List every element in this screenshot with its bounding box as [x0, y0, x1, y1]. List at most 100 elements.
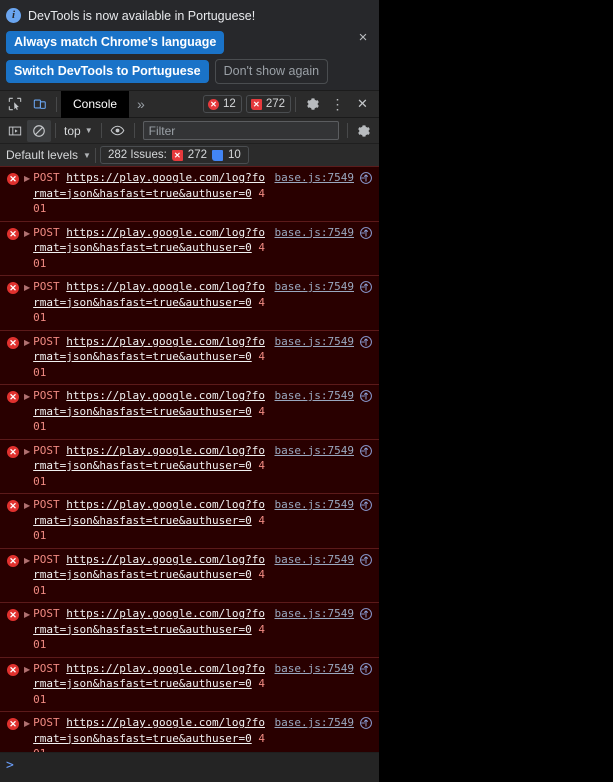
expand-arrow-icon[interactable]: ▶ [24, 607, 30, 623]
source-link[interactable]: base.js:7549 [275, 171, 354, 184]
request-url[interactable]: https://play.google.com/log?format=json&… [33, 226, 265, 255]
switch-devtools-language-button[interactable]: Switch DevTools to Portuguese [6, 60, 209, 83]
reveal-in-network-icon[interactable] [359, 716, 373, 735]
more-tabs-icon[interactable]: » [129, 91, 153, 118]
source-link[interactable]: base.js:7549 [275, 607, 354, 620]
issues-info-icon [211, 149, 223, 161]
source-link[interactable]: base.js:7549 [275, 498, 354, 511]
reveal-in-network-icon[interactable] [359, 444, 373, 463]
reveal-in-network-icon[interactable] [359, 226, 373, 245]
info-icon: i [6, 8, 21, 23]
devtools-tabbar: Console » ✕ 12 ✕ 272 ⋮ ✕ [0, 90, 379, 118]
always-match-language-button[interactable]: Always match Chrome's language [6, 31, 225, 54]
expand-arrow-icon[interactable]: ▶ [24, 335, 30, 351]
execution-context-select[interactable]: top ▼ [60, 122, 97, 140]
reveal-in-network-icon[interactable] [359, 335, 373, 354]
console-log-list[interactable]: ✕ ▶ POST https://play.google.com/log?forma… [0, 167, 379, 752]
expand-arrow-icon[interactable]: ▶ [24, 716, 30, 732]
console-log-row[interactable]: ✕ ▶ POST https://play.google.com/log?forma… [0, 439, 379, 494]
reveal-in-network-icon[interactable] [359, 389, 373, 408]
console-prompt-input[interactable] [19, 758, 373, 772]
log-message: POST https://play.google.com/log?format=… [33, 334, 268, 381]
expand-arrow-icon[interactable]: ▶ [24, 498, 30, 514]
prompt-caret-icon: > [6, 758, 14, 773]
console-sidebar-icon[interactable] [3, 120, 27, 142]
close-icon[interactable]: × [355, 30, 371, 46]
source-link[interactable]: base.js:7549 [275, 662, 354, 675]
console-log-row[interactable]: ✕ ▶ POST https://play.google.com/log?forma… [0, 221, 379, 276]
request-url[interactable]: https://play.google.com/log?format=json&… [33, 498, 265, 527]
log-message: POST https://play.google.com/log?format=… [33, 443, 268, 490]
default-levels-select[interactable]: Default levels ▼ [6, 148, 91, 162]
console-prompt[interactable]: > [0, 752, 379, 782]
reveal-in-network-icon[interactable] [359, 662, 373, 681]
request-url[interactable]: https://play.google.com/log?format=json&… [33, 716, 265, 745]
filterbar-divider-3 [133, 123, 135, 138]
error-count-badge[interactable]: ✕ 12 [203, 95, 242, 113]
request-url[interactable]: https://play.google.com/log?format=json&… [33, 662, 265, 691]
language-notification-banner: i DevTools is now available in Portugues… [0, 0, 379, 91]
reveal-in-network-icon[interactable] [359, 280, 373, 299]
request-url[interactable]: https://play.google.com/log?format=json&… [33, 335, 265, 364]
console-log-row[interactable]: ✕ ▶ POST https://play.google.com/log?forma… [0, 276, 379, 331]
console-log-row[interactable]: ✕ ▶ POST https://play.google.com/log?forma… [0, 385, 379, 440]
expand-arrow-icon[interactable]: ▶ [24, 280, 30, 296]
clear-console-icon[interactable] [27, 119, 51, 142]
inspect-element-icon[interactable] [2, 92, 27, 117]
source-link[interactable]: base.js:7549 [275, 226, 354, 239]
expand-arrow-icon[interactable]: ▶ [24, 553, 30, 569]
expand-arrow-icon[interactable]: ▶ [24, 662, 30, 678]
request-method: POST [33, 443, 60, 457]
dont-show-again-button[interactable]: Don't show again [214, 59, 329, 84]
source-link[interactable]: base.js:7549 [275, 553, 354, 566]
live-expression-eye-icon[interactable] [106, 120, 130, 142]
console-log-row[interactable]: ✕ ▶ POST https://play.google.com/log?forma… [0, 494, 379, 549]
default-levels-label: Default levels [6, 148, 79, 162]
issues-count: 272 [265, 98, 285, 110]
source-link[interactable]: base.js:7549 [275, 444, 354, 457]
expand-arrow-icon[interactable]: ▶ [24, 171, 30, 187]
request-url[interactable]: https://play.google.com/log?format=json&… [33, 607, 265, 636]
console-log-row[interactable]: ✕ ▶ POST https://play.google.com/log?forma… [0, 657, 379, 712]
expand-arrow-icon[interactable]: ▶ [24, 226, 30, 242]
request-url[interactable]: https://play.google.com/log?format=json&… [33, 280, 265, 309]
close-devtools-icon[interactable]: ✕ [350, 92, 375, 117]
source-link[interactable]: base.js:7549 [275, 389, 354, 402]
request-url[interactable]: https://play.google.com/log?format=json&… [33, 171, 265, 200]
reveal-in-network-icon[interactable] [359, 171, 373, 190]
request-url[interactable]: https://play.google.com/log?format=json&… [33, 553, 265, 582]
expand-arrow-icon[interactable]: ▶ [24, 444, 30, 460]
tab-console[interactable]: Console [61, 90, 130, 118]
log-message: POST https://play.google.com/log?format=… [33, 170, 268, 217]
error-circle-icon: ✕ [7, 500, 19, 512]
console-log-row[interactable]: ✕ ▶ POST https://play.google.com/log?forma… [0, 330, 379, 385]
source-link[interactable]: base.js:7549 [275, 335, 354, 348]
screen: i DevTools is now available in Portugues… [0, 0, 613, 782]
source-link[interactable]: base.js:7549 [275, 280, 354, 293]
device-toolbar-icon[interactable] [27, 92, 52, 117]
source-link[interactable]: base.js:7549 [275, 716, 354, 729]
reveal-in-network-icon[interactable] [359, 607, 373, 626]
console-log-row[interactable]: ✕ ▶ POST https://play.google.com/log?forma… [0, 548, 379, 603]
request-method: POST [33, 225, 60, 239]
request-url[interactable]: https://play.google.com/log?format=json&… [33, 389, 265, 418]
console-log-row[interactable]: ✕ ▶ POST https://play.google.com/log?forma… [0, 712, 379, 752]
issues-error-count: 272 [187, 149, 207, 161]
console-settings-gear-icon[interactable] [352, 120, 376, 142]
reveal-in-network-icon[interactable] [359, 553, 373, 572]
error-circle-icon: ✕ [208, 98, 220, 110]
request-url[interactable]: https://play.google.com/log?format=json&… [33, 444, 265, 473]
search-input[interactable] [142, 121, 339, 140]
issues-count-badge[interactable]: ✕ 272 [245, 95, 291, 113]
request-method: POST [33, 389, 60, 402]
log-message: POST https://play.google.com/log?format=… [33, 279, 268, 326]
more-options-icon[interactable]: ⋮ [325, 92, 350, 117]
expand-arrow-icon[interactable]: ▶ [24, 389, 30, 405]
reveal-in-network-icon[interactable] [359, 498, 373, 517]
gear-icon[interactable] [300, 92, 325, 117]
console-log-row[interactable]: ✕ ▶ POST https://play.google.com/log?forma… [0, 603, 379, 658]
log-message: POST https://play.google.com/log?format=… [33, 497, 268, 544]
filterbar-divider [55, 123, 56, 138]
issues-summary-chip[interactable]: 282 Issues: ✕ 272 10 [99, 146, 249, 164]
console-log-row[interactable]: ✕ ▶ POST https://play.google.com/log?forma… [0, 167, 379, 222]
